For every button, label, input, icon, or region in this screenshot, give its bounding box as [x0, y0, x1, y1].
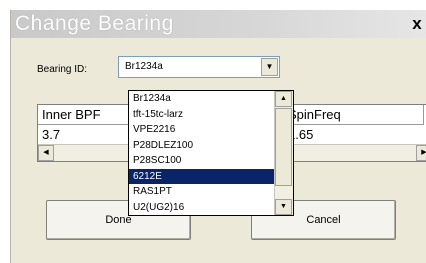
vertical-scrollbar[interactable]: ▲ ▼	[274, 91, 293, 215]
scroll-left-button[interactable]: ◀	[38, 145, 54, 161]
bearing-id-value: Br1234a	[125, 61, 163, 72]
cell-spinfreq[interactable]: 1.65	[284, 125, 426, 145]
scroll-up-button[interactable]: ▲	[275, 91, 292, 107]
arrow-up-icon: ▲	[280, 95, 287, 102]
scroll-thumb[interactable]	[275, 108, 292, 186]
close-button[interactable]: x	[409, 14, 425, 34]
dropdown-item[interactable]: P28SC100	[129, 153, 275, 169]
dropdown-item[interactable]: 6212E	[129, 168, 275, 184]
chevron-down-icon: ▼	[265, 62, 274, 71]
change-bearing-dialog: Change Bearing x Bearing ID: Br1234a ▼ I…	[10, 10, 426, 263]
combo-dropdown-button[interactable]: ▼	[261, 58, 278, 76]
title-bar: Change Bearing x	[11, 10, 426, 38]
dropdown-item[interactable]: RAS1PT	[129, 184, 275, 200]
scroll-right-button[interactable]: ▶	[416, 145, 426, 161]
dropdown-item[interactable]: tft-15tc-larz	[129, 107, 275, 123]
bearing-id-label: Bearing ID:	[37, 64, 88, 75]
arrow-left-icon: ◀	[43, 149, 49, 156]
column-header-spinfreq[interactable]: SpinFreq	[284, 105, 424, 125]
dropdown-items: Br1234a tft-15tc-larz VPE2216 P28DLEZ100 P28…	[129, 91, 275, 215]
dropdown-item[interactable]: Br1234a	[129, 91, 275, 107]
dropdown-item[interactable]: VPE2216	[129, 122, 275, 138]
arrow-down-icon: ▼	[280, 203, 287, 210]
scroll-down-button[interactable]: ▼	[275, 199, 292, 215]
bearing-id-dropdown-list: Br1234a tft-15tc-larz VPE2216 P28DLEZ100 P28…	[128, 90, 294, 216]
dialog-title: Change Bearing	[15, 12, 174, 35]
bearing-id-combobox[interactable]: Br1234a ▼	[118, 56, 280, 78]
dropdown-item[interactable]: U2(UG2)16	[129, 200, 275, 216]
arrow-right-icon: ▶	[421, 149, 426, 156]
dropdown-item[interactable]: P28DLEZ100	[129, 138, 275, 154]
